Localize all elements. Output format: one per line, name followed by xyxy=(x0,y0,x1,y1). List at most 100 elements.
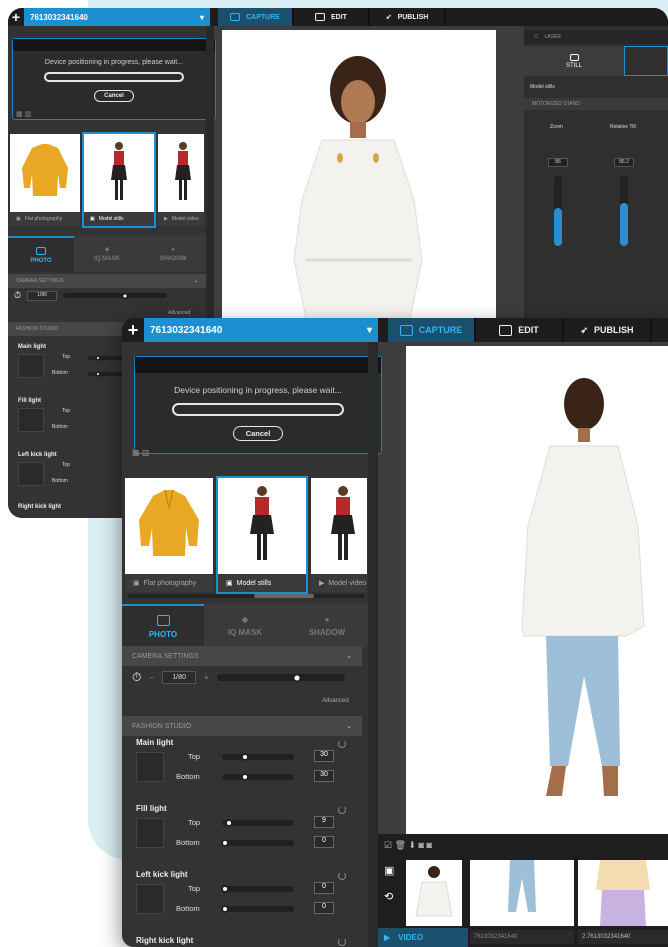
preset-model-video[interactable]: ▶ Model video xyxy=(158,134,204,226)
light-top-label: Top xyxy=(188,884,201,893)
slider-knob[interactable] xyxy=(121,292,129,299)
left-panel: Device positioning in progress, please w… xyxy=(122,342,382,947)
model-back-photo xyxy=(521,378,645,796)
timer-icon: ⏱ xyxy=(132,670,142,684)
slider-knob[interactable] xyxy=(241,753,250,761)
shutter-slider[interactable] xyxy=(63,292,168,299)
checkbox-icon[interactable]: ☐ xyxy=(534,34,538,40)
slider-knob[interactable] xyxy=(220,905,229,913)
light-bottom-value[interactable]: 30 xyxy=(314,770,334,782)
preset-flat-photography[interactable]: ▣ Flat photography xyxy=(10,134,80,226)
360-icon[interactable]: ⟲ xyxy=(384,890,393,903)
preset-name: Model stills xyxy=(530,84,555,90)
tilt-slider[interactable] xyxy=(620,176,628,246)
light-top-slider[interactable] xyxy=(220,885,294,893)
reset-icon[interactable] xyxy=(338,806,346,814)
add-icon[interactable]: + xyxy=(8,9,24,25)
scrollbar-thumb[interactable] xyxy=(254,594,314,598)
light-bottom-slider[interactable] xyxy=(220,905,294,913)
tab-capture[interactable]: CAPTURE xyxy=(388,318,476,342)
preset-flat-photography[interactable]: ▣ Flat photography xyxy=(125,478,213,592)
capture-thumb[interactable] xyxy=(470,860,574,926)
light-name: Fill light xyxy=(136,804,167,813)
light-name: Left kick light xyxy=(18,452,57,458)
minus-icon[interactable]: − xyxy=(149,673,154,682)
add-icon[interactable]: + xyxy=(122,320,144,341)
subtab-photo[interactable]: PHOTO xyxy=(122,604,204,648)
advanced-link[interactable]: Advanced xyxy=(168,310,190,316)
capture-thumb[interactable] xyxy=(578,860,668,926)
camera-settings-header[interactable]: CAMERA SETTINGS ⌄ xyxy=(8,274,206,288)
subtab-shadow[interactable]: ● SHADOW xyxy=(140,236,206,272)
light-top-value[interactable]: 9 xyxy=(314,816,334,828)
slider-knob[interactable] xyxy=(292,673,302,682)
fashion-studio-header[interactable]: FASHION STUDIO ⌄ xyxy=(122,716,362,736)
plus-icon[interactable]: + xyxy=(204,673,209,682)
slider-knob[interactable] xyxy=(220,839,229,847)
reset-icon[interactable] xyxy=(338,938,346,946)
light-bottom-label: Bottom xyxy=(176,838,200,847)
preset-model-stills[interactable]: ▣ Model stills xyxy=(82,132,156,228)
subtab-shadow[interactable]: ● SHADOW xyxy=(286,604,368,648)
light-top-slider[interactable] xyxy=(222,753,294,761)
cancel-button[interactable]: Cancel xyxy=(94,90,134,102)
light-top-value[interactable]: 0 xyxy=(314,882,334,894)
image-icon[interactable]: ▣ xyxy=(384,864,394,877)
tilt-field[interactable]: 86.2 xyxy=(614,158,634,167)
video-mode-button[interactable]: ▶ VIDEO xyxy=(378,928,468,947)
progress-bar xyxy=(172,403,344,416)
light-bottom-value[interactable]: 0 xyxy=(314,902,334,914)
yellow-top-thumb-image xyxy=(596,860,650,926)
slider-knob[interactable] xyxy=(225,819,234,827)
slider-knob[interactable] xyxy=(220,885,229,893)
light-bottom-label: Bottom xyxy=(176,772,200,781)
tab-edit-label: EDIT xyxy=(331,13,347,21)
reset-icon[interactable] xyxy=(338,872,346,880)
slider-knob[interactable] xyxy=(241,773,250,781)
slider-knob[interactable] xyxy=(95,355,102,361)
tab-edit[interactable]: EDIT xyxy=(476,318,564,342)
subtab-iq-mask[interactable]: ◈ IQ MASK xyxy=(74,236,140,272)
camera-settings-header[interactable]: CAMERA SETTINGS ⌄ xyxy=(122,646,362,666)
light-bottom-value[interactable]: 0 xyxy=(314,836,334,848)
image-icon xyxy=(569,53,579,61)
tab-publish[interactable]: ➶ PUBLISH xyxy=(370,8,446,26)
product-selector[interactable]: 7613032341640 ▾ xyxy=(144,318,378,342)
zoom-field[interactable]: 86 xyxy=(548,158,568,167)
light-top-slider[interactable] xyxy=(222,819,294,827)
video-tab[interactable] xyxy=(624,46,668,76)
light-bottom-slider[interactable] xyxy=(222,773,294,781)
tab-edit[interactable]: EDIT xyxy=(294,8,370,26)
slider-knob[interactable] xyxy=(95,371,102,377)
light-top-value[interactable]: 30 xyxy=(314,750,334,762)
light-bottom-slider[interactable] xyxy=(220,839,294,847)
subtab-photo[interactable]: PHOTO xyxy=(8,236,74,272)
zoom-slider[interactable] xyxy=(554,176,562,246)
preset-label: Flat photography xyxy=(24,216,63,222)
tab-capture[interactable]: CAPTURE xyxy=(218,8,294,26)
thumbnail-scrollbar[interactable] xyxy=(128,594,364,598)
preset-model-stills[interactable]: ▣ Model stills xyxy=(216,476,308,594)
advanced-link[interactable]: Advanced xyxy=(322,698,349,704)
play-icon: ▶ xyxy=(384,933,391,942)
shadow-icon: ● xyxy=(324,615,330,624)
capture-thumb[interactable] xyxy=(406,860,462,926)
shutter-slider[interactable] xyxy=(216,673,345,682)
positioning-dialog: Device positioning in progress, please w… xyxy=(12,38,216,120)
shutter-field[interactable]: 1/80 xyxy=(162,671,197,684)
light-bottom-slider[interactable] xyxy=(88,371,122,377)
shutter-field[interactable]: 1/80 xyxy=(27,290,58,301)
preset-label: Model stills xyxy=(236,579,272,587)
jeans-thumb-image xyxy=(508,860,536,912)
yellow-jacket-image xyxy=(139,489,199,556)
cancel-button[interactable]: Cancel xyxy=(233,426,283,441)
reset-icon[interactable] xyxy=(338,740,346,748)
subtab-iq-mask[interactable]: ◈ IQ MASK xyxy=(204,604,286,648)
light-top-slider[interactable] xyxy=(88,355,122,361)
laser-row[interactable]: ☐ LASER xyxy=(524,30,668,44)
product-selector[interactable]: 7613032341640 ▾ xyxy=(24,8,210,26)
still-tab[interactable]: STILL xyxy=(524,46,624,76)
light-name: Fill light xyxy=(18,398,41,404)
preset-model-video[interactable]: ▶ Model video xyxy=(311,478,367,592)
tab-publish[interactable]: ➶ PUBLISH xyxy=(564,318,652,342)
